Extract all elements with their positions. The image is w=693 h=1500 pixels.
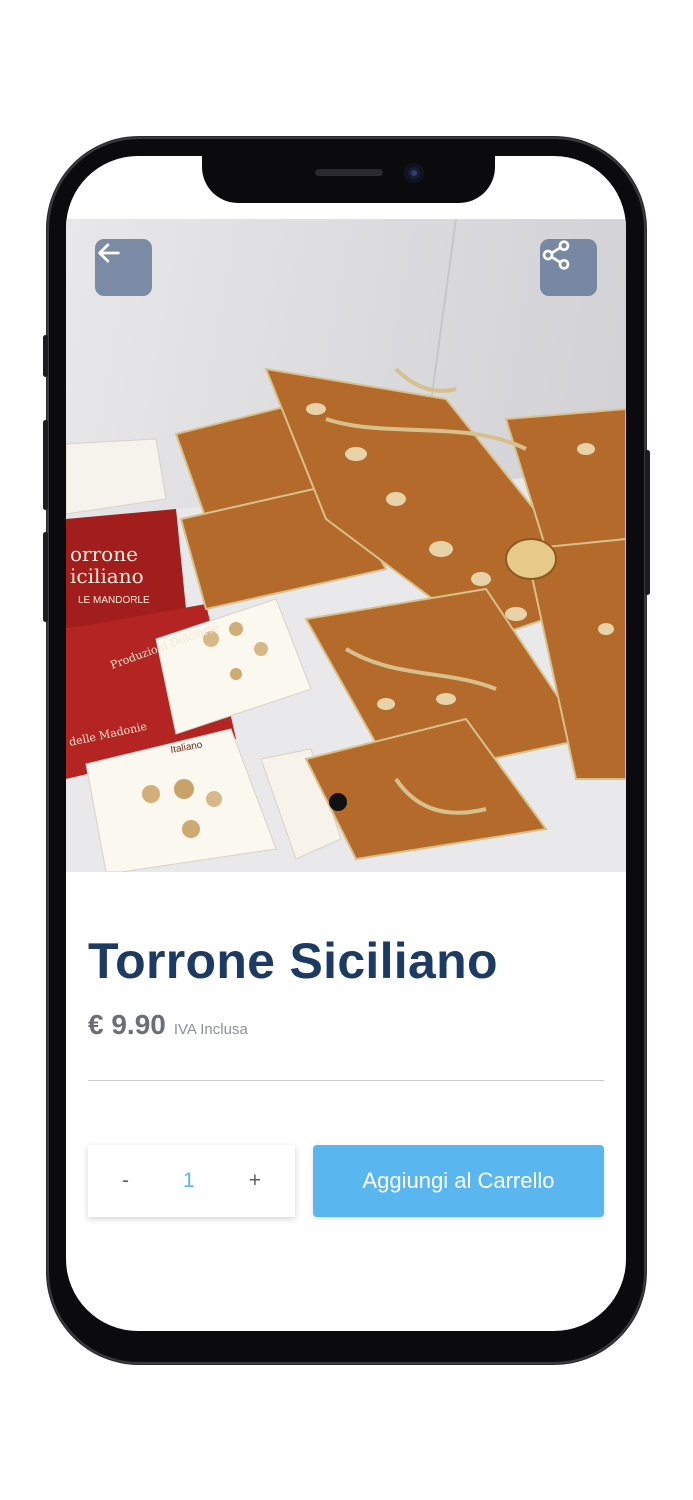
arrow-left-icon bbox=[98, 243, 120, 263]
share-button[interactable] bbox=[540, 239, 597, 296]
quantity-stepper: - 1 + bbox=[88, 1145, 295, 1217]
app-screen: orrone iciliano LE MANDORLE Produzioni D… bbox=[66, 156, 626, 1331]
quantity-value: 1 bbox=[183, 1169, 195, 1192]
product-title: Torrone Siciliano bbox=[88, 933, 498, 989]
increase-quantity-button[interactable]: + bbox=[235, 1169, 275, 1193]
mute-switch bbox=[43, 335, 48, 377]
price-row: € 9.90 IVA Inclusa bbox=[88, 1009, 248, 1041]
vat-note: IVA Inclusa bbox=[173, 1021, 248, 1038]
back-button[interactable] bbox=[95, 239, 152, 296]
volume-down-button bbox=[43, 532, 48, 622]
product-photo: orrone iciliano LE MANDORLE Produzioni D… bbox=[66, 219, 626, 872]
product-image[interactable]: orrone iciliano LE MANDORLE Produzioni D… bbox=[66, 219, 626, 872]
share-icon bbox=[542, 240, 570, 270]
divider bbox=[88, 1080, 604, 1081]
volume-up-button bbox=[43, 420, 48, 510]
box-label-3: LE MANDORLE bbox=[78, 595, 150, 606]
add-to-cart-button[interactable]: Aggiungi al Carrello bbox=[313, 1145, 604, 1217]
product-price: € 9.90 bbox=[88, 1009, 166, 1040]
front-camera bbox=[404, 163, 424, 183]
speaker-grille bbox=[315, 169, 383, 176]
notch bbox=[202, 156, 495, 203]
power-button bbox=[645, 450, 650, 595]
carousel-dot[interactable] bbox=[329, 793, 347, 811]
decrease-quantity-button[interactable]: - bbox=[108, 1169, 143, 1193]
box-label-1: orrone bbox=[70, 542, 138, 566]
box-label-2: iciliano bbox=[70, 564, 144, 588]
